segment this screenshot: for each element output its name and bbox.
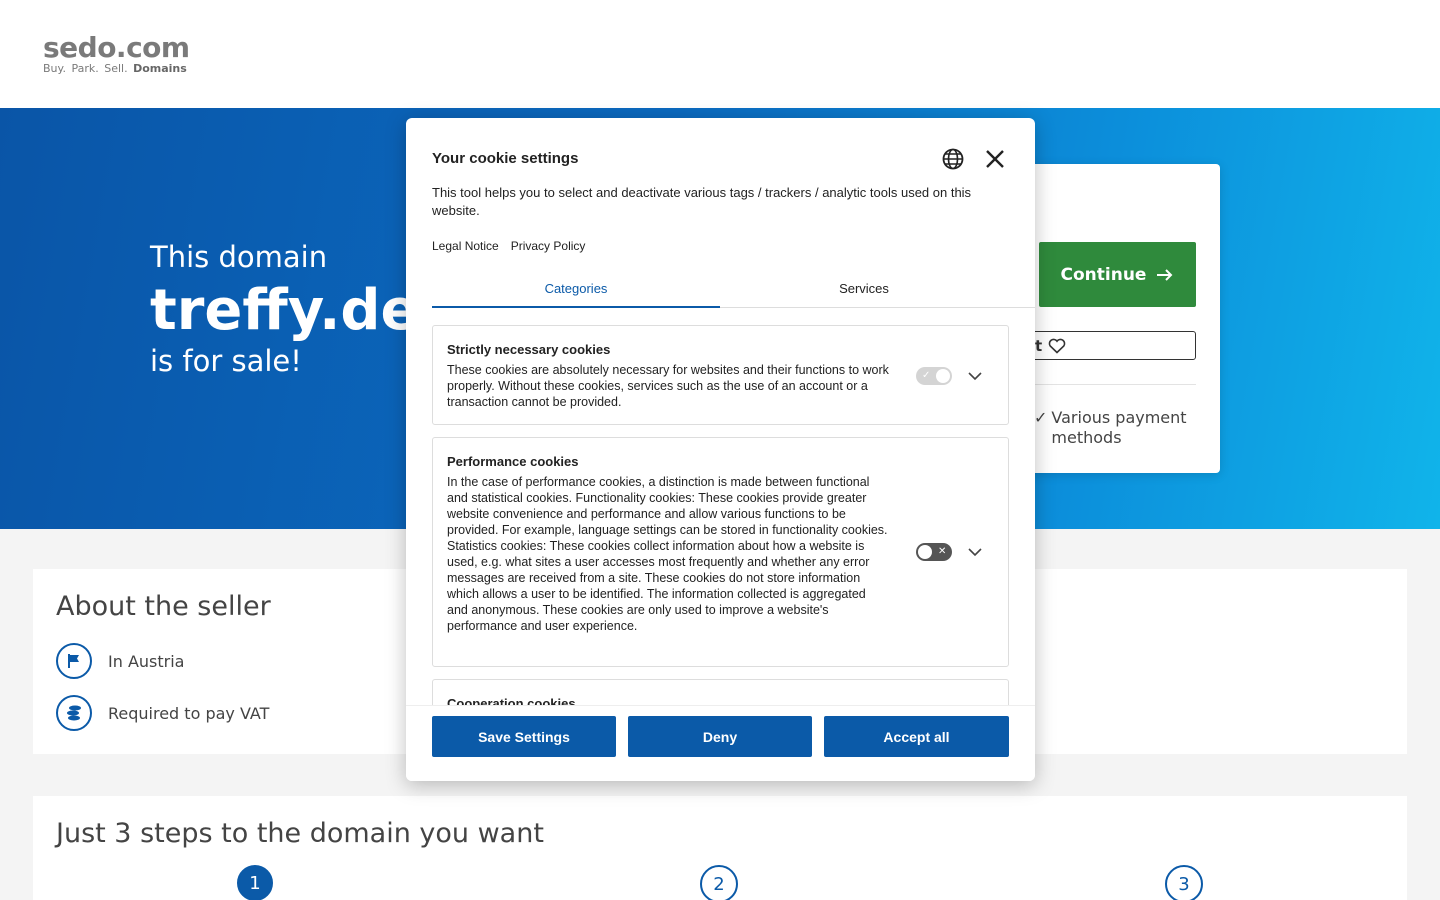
category-description: These cookies are absolutely necessary f… — [447, 363, 889, 409]
category-performance[interactable]: Performance cookies In the case of perfo… — [432, 437, 1009, 667]
coins-icon — [56, 695, 92, 731]
hero-intro: This domain — [150, 240, 328, 274]
continue-label: Continue — [1060, 264, 1147, 285]
category-strictly-necessary[interactable]: Strictly necessary cookies These cookies… — [432, 325, 1009, 425]
seller-vat-row: Required to pay VAT — [56, 695, 269, 731]
cookie-modal-description: This tool helps you to select and deacti… — [432, 185, 972, 218]
hero-domain-name: treffy.de — [150, 278, 419, 343]
legal-notice-link[interactable]: Legal Notice — [432, 239, 499, 253]
chevron-down-icon[interactable] — [967, 368, 983, 384]
payment-methods-item: ✓ Various payment methods — [1034, 408, 1204, 448]
logo-tagline-bold: Domains — [133, 62, 187, 75]
step-2-badge: 2 — [700, 865, 738, 900]
logo-tagline-plain: Buy. Park. Sell. — [43, 62, 128, 75]
close-icon[interactable] — [984, 148, 1006, 170]
flag-icon — [56, 643, 92, 679]
accept-all-button[interactable]: Accept all — [824, 716, 1009, 757]
tab-services[interactable]: Services — [720, 280, 1008, 308]
seller-location-text: In Austria — [108, 651, 185, 671]
step-1-badge: 1 — [237, 865, 273, 900]
globe-icon[interactable] — [941, 147, 965, 171]
toggle-knob — [918, 545, 932, 559]
save-settings-button[interactable]: Save Settings — [432, 716, 616, 757]
about-seller-title: About the seller — [56, 591, 271, 622]
step-3-badge: 3 — [1165, 865, 1203, 900]
cookie-tabs: Categories Services — [432, 280, 1035, 308]
heart-icon — [1048, 338, 1066, 354]
hero-for-sale: is for sale! — [150, 344, 302, 378]
payment-methods-text: Various payment methods — [1051, 408, 1187, 447]
cookie-modal-title: Your cookie settings — [432, 150, 579, 167]
seller-location-row: In Austria — [56, 643, 184, 679]
check-icon: ✓ — [1034, 408, 1048, 427]
privacy-policy-link[interactable]: Privacy Policy — [511, 239, 586, 253]
category-title: Strictly necessary cookies — [447, 342, 611, 357]
deny-button[interactable]: Deny — [628, 716, 812, 757]
tab-categories[interactable]: Categories — [432, 280, 720, 308]
performance-toggle[interactable]: ✕ — [916, 543, 952, 561]
cookie-modal-footer: Save Settings Deny Accept all — [406, 705, 1035, 781]
site-header: sedo.com Buy. Park. Sell. Domains — [0, 0, 1440, 108]
logo-wordmark: sedo.com — [43, 31, 190, 64]
sale-card-divider — [1034, 384, 1196, 385]
strictly-necessary-toggle: ✓ — [916, 367, 952, 385]
cookie-modal-links: Legal Notice Privacy Policy — [432, 239, 585, 253]
arrow-right-icon — [1157, 268, 1173, 281]
toggle-knob — [936, 369, 950, 383]
logo-tagline: Buy. Park. Sell. Domains — [43, 63, 190, 75]
continue-button[interactable]: Continue — [1039, 242, 1196, 307]
cookie-settings-modal: Your cookie settings This tool helps you… — [406, 118, 1035, 781]
chevron-down-icon[interactable] — [967, 544, 983, 560]
sedo-logo[interactable]: sedo.com Buy. Park. Sell. Domains — [43, 33, 190, 75]
category-title: Performance cookies — [447, 454, 579, 469]
watchlist-button[interactable]: t — [1020, 331, 1196, 360]
close-icon: ✕ — [938, 546, 947, 557]
steps-title: Just 3 steps to the domain you want — [56, 818, 544, 849]
category-description: In the case of performance cookies, a di… — [447, 475, 888, 633]
seller-vat-text: Required to pay VAT — [108, 703, 270, 723]
watchlist-label: t — [1035, 336, 1043, 355]
check-icon: ✓ — [922, 370, 931, 381]
steps-section: Just 3 steps to the domain you want 1 2 … — [33, 796, 1407, 900]
